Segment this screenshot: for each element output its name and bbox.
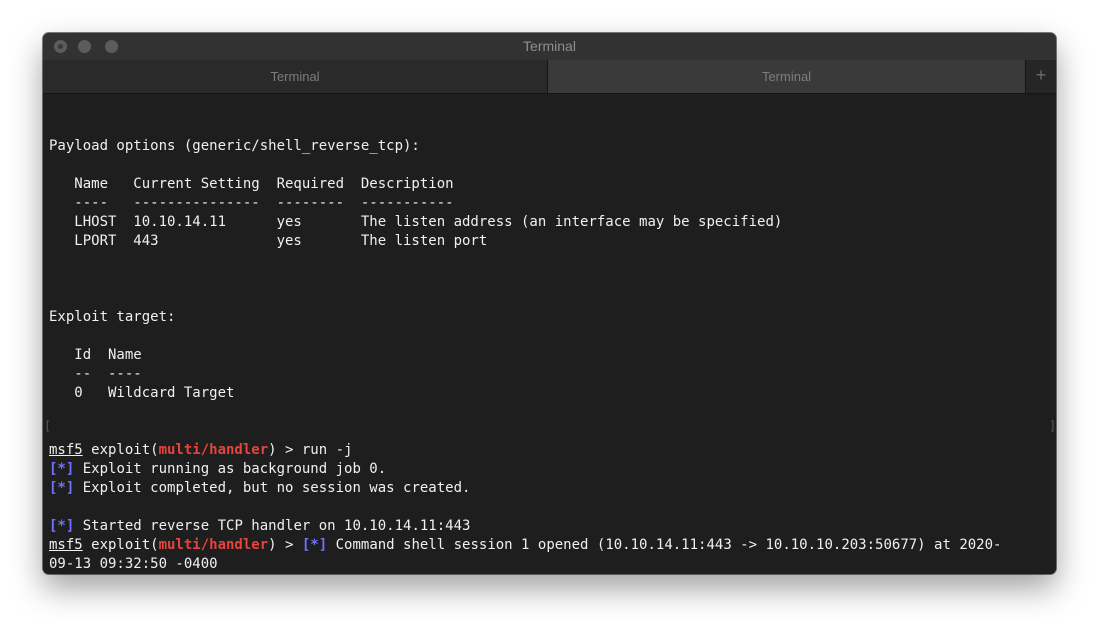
prompt-module: multi/handler xyxy=(158,442,269,458)
info-line: [*] Exploit running as background job 0. xyxy=(49,461,387,477)
command-text: run -j xyxy=(301,442,353,458)
target-table-rule: -- ---- xyxy=(49,366,142,382)
tab-terminal-2[interactable]: Terminal xyxy=(548,60,1026,93)
tab-terminal-1[interactable]: Terminal xyxy=(43,60,548,93)
title-bar: Terminal xyxy=(43,33,1056,60)
info-tag: [*] xyxy=(301,537,328,553)
session-timestamp: 09-13 09:32:50 -0400 xyxy=(49,556,218,572)
info-tag: [*] xyxy=(49,480,75,496)
prompt-line-session: msf5 exploit(multi/handler) > [*] Comman… xyxy=(49,537,1002,553)
prompt-line-run: msf5 exploit(multi/handler) > run -j xyxy=(49,442,353,458)
info-line: [*] Exploit completed, but no session wa… xyxy=(49,480,471,496)
new-tab-button[interactable]: + xyxy=(1026,60,1056,93)
info-tag: [*] xyxy=(49,518,75,534)
mark-right: ] xyxy=(1049,419,1056,433)
prompt-module: multi/handler xyxy=(158,537,269,553)
terminal-content[interactable]: [ ] Payload options (generic/shell_rever… xyxy=(43,94,1056,574)
target-row-wildcard: 0 Wildcard Target xyxy=(49,385,235,401)
tab-bar: Terminal Terminal + xyxy=(43,60,1056,94)
payload-options-header: Payload options (generic/shell_reverse_t… xyxy=(49,138,420,154)
prompt-name: msf5 xyxy=(49,537,83,553)
window-title: Terminal xyxy=(523,38,576,54)
payload-row-lport: LPORT 443 yes The listen port xyxy=(49,233,488,249)
target-table-header: Id Name xyxy=(49,347,142,363)
info-tag: [*] xyxy=(49,461,75,477)
prompt-name: msf5 xyxy=(49,442,83,458)
payload-row-lhost: LHOST 10.10.14.11 yes The listen address… xyxy=(49,214,783,230)
info-line: [*] Started reverse TCP handler on 10.10… xyxy=(49,518,471,534)
payload-table-rule: ---- --------------- -------- ----------… xyxy=(49,195,454,211)
terminal-output: Payload options (generic/shell_reverse_t… xyxy=(49,99,1001,574)
exploit-target-header: Exploit target: xyxy=(49,309,176,325)
terminal-window: Terminal Terminal Terminal + [ ] Payload… xyxy=(43,33,1056,574)
payload-table-header: Name Current Setting Required Descriptio… xyxy=(49,176,454,192)
